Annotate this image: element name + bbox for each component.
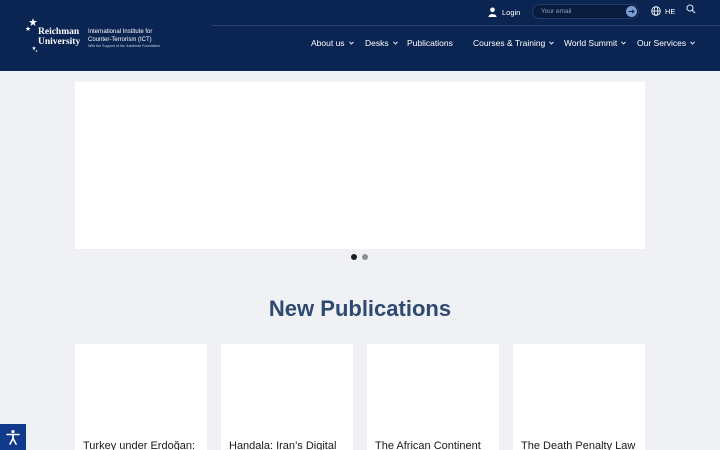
login-label: Login (502, 7, 521, 17)
nav-label: About us (311, 38, 345, 48)
language-label: HE (665, 6, 676, 16)
header-divider (212, 25, 720, 26)
nav-courses-training[interactable]: Courses & Training (473, 38, 555, 48)
nav-label: World Summit (564, 38, 618, 48)
accessibility-button[interactable] (0, 424, 26, 450)
user-icon (488, 7, 497, 17)
search-icon[interactable] (686, 4, 696, 14)
nav-desks[interactable]: Desks (365, 38, 398, 48)
nav-label: Desks (365, 38, 389, 48)
accessibility-icon (6, 430, 20, 445)
section-title: New Publications (268, 296, 452, 321)
chevron-down-icon (690, 41, 695, 45)
site-header: Reichman University International Instit… (0, 0, 720, 71)
nav-label: Courses & Training (473, 38, 546, 48)
carousel-dot-2[interactable] (362, 254, 368, 260)
publication-card[interactable]: The Death Penalty Law (513, 344, 645, 450)
arrow-right-icon (628, 9, 635, 14)
publication-title: The African Continent (375, 440, 481, 450)
nav-publications[interactable]: Publications (407, 38, 453, 48)
chevron-down-icon (348, 41, 354, 45)
nav-label: Our Services (637, 38, 687, 48)
chevron-down-icon (621, 41, 627, 45)
nav-about-us[interactable]: About us (311, 38, 354, 48)
newsletter-form (532, 4, 639, 19)
publication-title: The Death Penalty Law (521, 440, 636, 450)
email-input[interactable] (533, 5, 625, 18)
main-nav: About us Desks Publications Courses & Tr… (0, 38, 720, 50)
globe-icon (651, 6, 661, 16)
carousel-dot-1[interactable] (351, 254, 357, 260)
language-switcher[interactable]: HE (651, 6, 675, 16)
publication-card[interactable]: The African Continent (367, 344, 499, 450)
publication-card[interactable]: Handala: Iran’s Digital (221, 344, 353, 450)
publication-title: Handala: Iran’s Digital (229, 440, 337, 450)
nav-world-summit[interactable]: World Summit (564, 38, 627, 48)
nav-label: Publications (407, 38, 453, 48)
publication-card[interactable]: Turkey under Erdoğan: (75, 344, 207, 450)
university-line1: Reichman (38, 27, 80, 37)
login-link[interactable]: Login (488, 6, 520, 18)
chevron-down-icon (549, 41, 555, 45)
institute-line1: International Institute for (88, 29, 153, 35)
publication-title: Turkey under Erdoğan: (83, 440, 196, 450)
chevron-down-icon (392, 41, 398, 45)
email-submit-button[interactable] (626, 6, 637, 17)
nav-our-services[interactable]: Our Services (637, 38, 695, 48)
hero-carousel-slide[interactable] (75, 82, 645, 249)
